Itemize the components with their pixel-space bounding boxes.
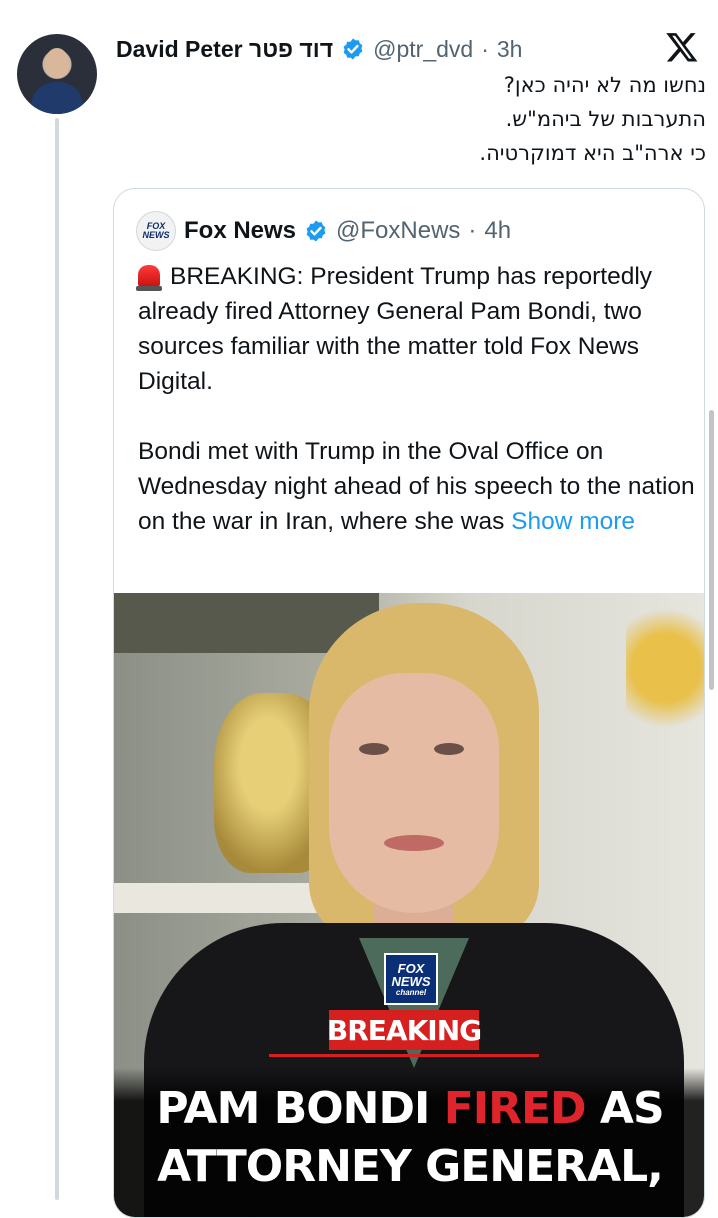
fox-news-avatar[interactable]: FOX NEWS [136,211,176,251]
show-more-link[interactable]: Show more [511,508,635,535]
logo-text: channel [395,987,427,997]
image-headline-line-1: PAM BONDI FIRED AS [114,1083,704,1135]
gold-ornament [626,593,704,743]
scrollbar[interactable] [709,410,714,690]
quoted-tweet-card[interactable]: FOX NEWS Fox News @FoxNews · 4h BREAKING… [113,188,705,1218]
quoted-paragraph-1: BREAKING: President Trump has reportedly… [136,259,698,399]
author-handle[interactable]: @ptr_dvd [373,36,473,63]
headline-text: AS [585,1083,665,1134]
fox-news-channel-logo: FOX NEWS channel [384,953,438,1005]
tweet-header: David Peter דוד פטר @ptr_dvd · 3h [116,32,522,66]
separator-dot: · [468,217,477,244]
tweet-time[interactable]: 3h [497,36,523,63]
tweet-text: נחשו מה לא יהיה כאן? התערבות של ביהמ"ש. … [146,68,706,170]
verified-badge-icon [343,38,363,60]
avatar-text: NEWS [142,230,170,240]
quoted-paragraph-2: Bondi met with Trump in the Oval Office … [138,434,698,539]
tweet-text-line: כי ארה"ב היא דמוקרטיה. [479,141,706,165]
quoted-paragraph-1-text: BREAKING: President Trump has reportedly… [138,263,653,395]
thread-connector-line [55,118,59,1200]
separator-dot: · [481,35,489,62]
x-logo-icon[interactable] [665,30,699,64]
headline-red-text: FIRED [443,1083,587,1134]
logo-text: NEWS [391,973,431,989]
quoted-tweet-header: FOX NEWS Fox News @FoxNews · 4h [136,211,511,251]
logo-text: FOX [397,960,425,976]
siren-emoji-icon [136,265,162,291]
quoted-author-handle[interactable]: @FoxNews [336,217,460,245]
verified-badge-icon [306,220,326,242]
person-face [329,673,499,913]
author-avatar[interactable] [17,34,97,114]
news-image[interactable]: FOX NEWS channel BREAKING PAM BONDI FIRE… [114,593,704,1217]
breaking-banner: BREAKING [269,1010,539,1057]
author-name[interactable]: David Peter דוד פטר [116,36,333,63]
headline-text: PAM BONDI [156,1083,444,1134]
quoted-tweet-time[interactable]: 4h [484,217,511,245]
tweet-text-line: נחשו מה לא יהיה כאן? [503,73,706,97]
quoted-tweet-text: BREAKING: President Trump has reportedly… [136,259,698,539]
image-headline-line-2: ATTORNEY GENERAL, [157,1141,664,1192]
tweet-text-line: התערבות של ביהמ"ש. [505,107,706,131]
quoted-author-name[interactable]: Fox News [184,217,296,245]
